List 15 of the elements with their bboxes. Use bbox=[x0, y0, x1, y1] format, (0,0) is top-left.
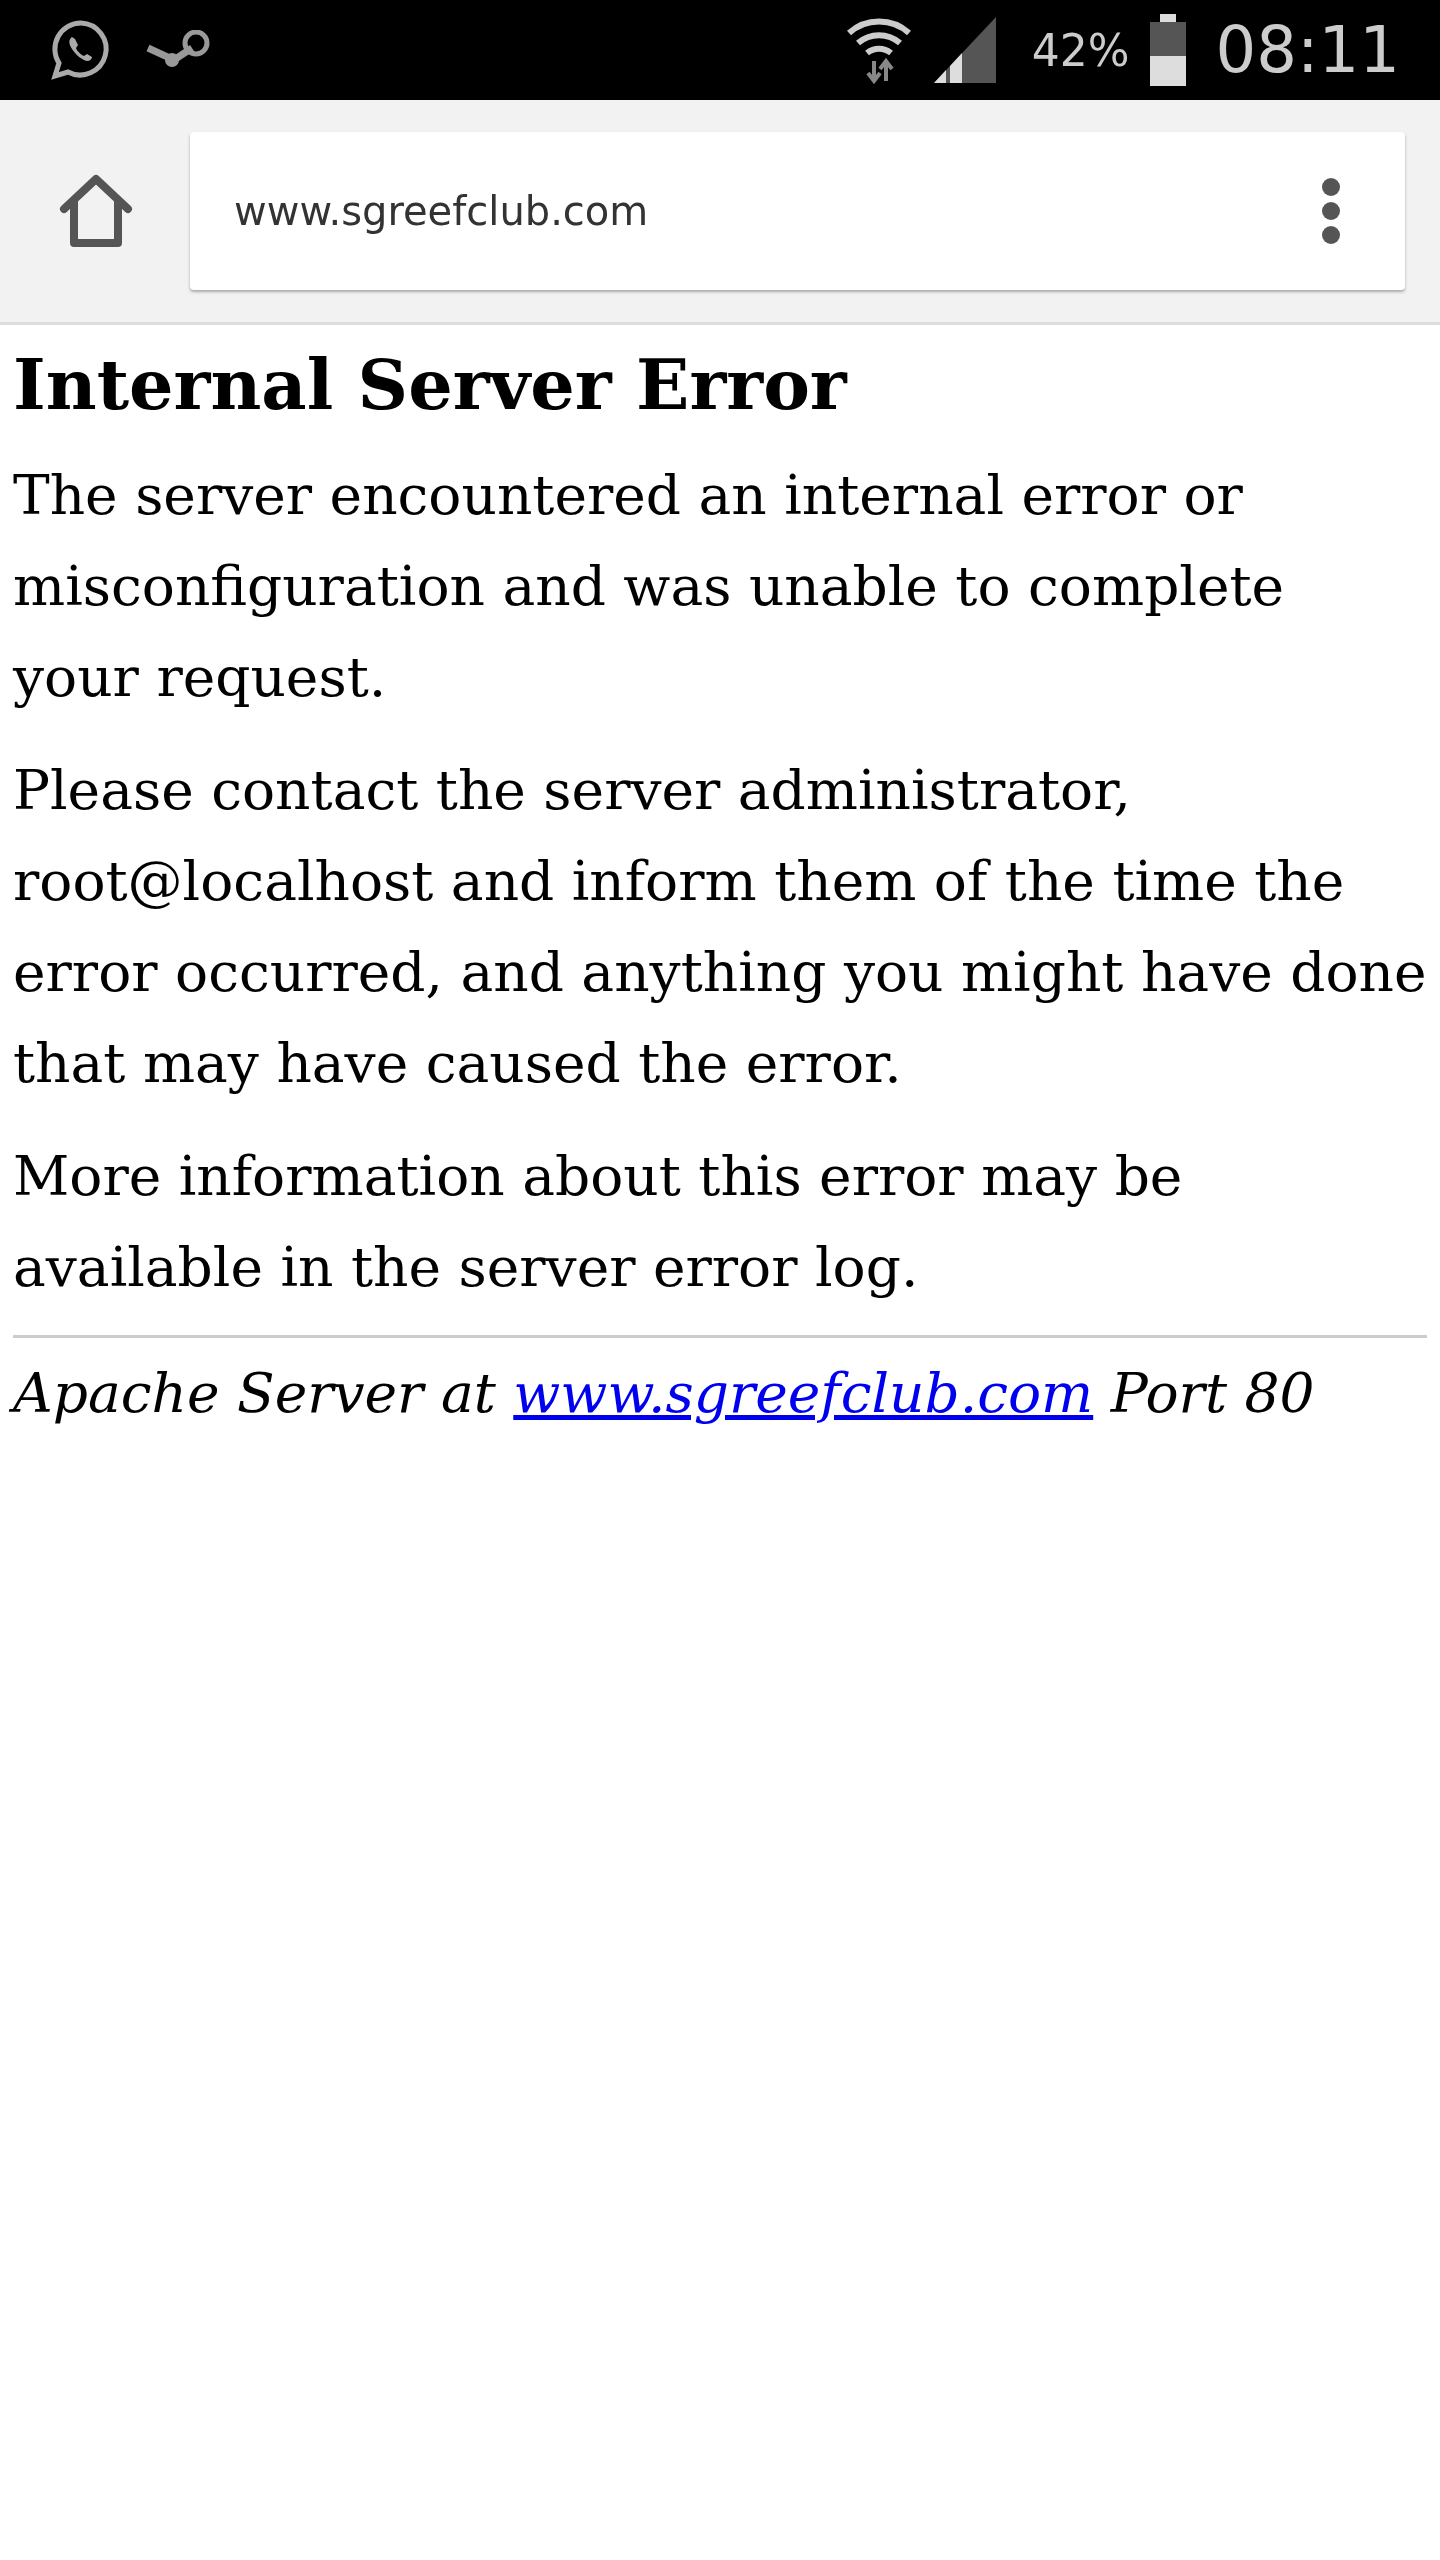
signal-icon bbox=[931, 15, 998, 85]
server-link[interactable]: www.sgreefclub.com bbox=[513, 1361, 1094, 1425]
menu-icon[interactable] bbox=[1321, 177, 1341, 245]
error-paragraph: The server encountered an internal error or misconfiguration and was unable to complete your request. bbox=[13, 462, 1286, 711]
clock-time: 08:11 bbox=[1215, 13, 1400, 87]
home-icon[interactable] bbox=[58, 173, 134, 249]
url-text: www.sgreefclub.com bbox=[234, 188, 649, 234]
server-port: Port 80 bbox=[1110, 1361, 1315, 1425]
error-paragraph: Please contact the server administrator, root@localhost and inform them of the time the error occurred, and anything you might have done that may have caused the error. bbox=[13, 757, 1427, 1097]
notification-icon bbox=[144, 30, 210, 70]
address-bar[interactable]: www.sgreefclub.com bbox=[190, 132, 1405, 290]
battery-icon bbox=[1147, 14, 1188, 86]
battery-percentage: 42% bbox=[1031, 24, 1130, 76]
error-paragraph: More information about this error may be available in the server error log. bbox=[13, 1143, 1184, 1301]
error-heading: Internal Server Error bbox=[13, 342, 849, 428]
